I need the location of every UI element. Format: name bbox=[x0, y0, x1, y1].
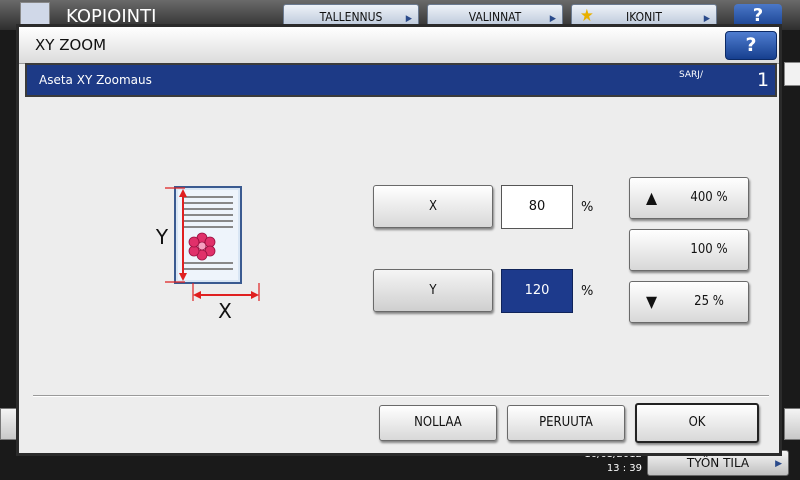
ok-button[interactable]: OK bbox=[635, 403, 759, 443]
dialog-title-bar: XY ZOOM ? bbox=[19, 27, 779, 64]
time-text: 13 : 39 bbox=[606, 463, 642, 474]
triangle-down-icon: ▼ bbox=[646, 292, 658, 311]
reset-button[interactable]: NOLLAA bbox=[379, 405, 497, 441]
triangle-up-icon: ▲ bbox=[646, 188, 658, 207]
background-button-edge bbox=[784, 408, 800, 440]
y-axis-label: Y bbox=[155, 225, 169, 249]
y-zoom-unit: % bbox=[581, 284, 594, 299]
x-zoom-value[interactable]: 80 bbox=[501, 185, 573, 229]
job-status-label: TYÖN TILA bbox=[686, 456, 750, 470]
xy-zoom-dialog: XY ZOOM ? Aseta XY Zoomaus SARJ/ 1 Y X X… bbox=[16, 24, 782, 456]
dialog-subtitle-bar: Aseta XY Zoomaus SARJ/ 1 bbox=[25, 63, 777, 97]
y-zoom-button[interactable]: Y bbox=[373, 269, 493, 312]
x-zoom-unit: % bbox=[581, 200, 594, 215]
zoom-400-label: 400 % bbox=[690, 190, 728, 205]
zoom-100-button[interactable]: 100 % bbox=[629, 229, 749, 271]
x-zoom-button[interactable]: X bbox=[373, 185, 493, 228]
zoom-25-label: 25 % bbox=[694, 294, 724, 309]
zoom-400-button[interactable]: ▲ 400 % bbox=[629, 177, 749, 219]
dialog-subtitle: Aseta XY Zoomaus bbox=[39, 73, 152, 87]
zoom-25-button[interactable]: ▼ 25 % bbox=[629, 281, 749, 323]
dialog-title: XY ZOOM bbox=[35, 36, 107, 54]
x-axis-label: X bbox=[218, 299, 232, 323]
cancel-button[interactable]: PERUUTA bbox=[507, 405, 625, 441]
tab-options-label: VALINNAT bbox=[468, 10, 522, 24]
divider bbox=[33, 395, 769, 396]
sets-label: SARJ/ bbox=[679, 70, 703, 80]
sets-count: 1 bbox=[757, 69, 770, 91]
background-panel-edge bbox=[784, 62, 800, 86]
xy-zoom-illustration: Y X bbox=[155, 186, 260, 323]
y-zoom-value[interactable]: 120 bbox=[501, 269, 573, 313]
zoom-100-label: 100 % bbox=[690, 242, 728, 257]
flower-icon bbox=[188, 232, 216, 261]
dialog-help-button[interactable]: ? bbox=[725, 31, 777, 60]
tab-icons-label: IKONIT bbox=[626, 10, 662, 24]
tab-templates-label: TALLENNUS bbox=[319, 10, 383, 24]
